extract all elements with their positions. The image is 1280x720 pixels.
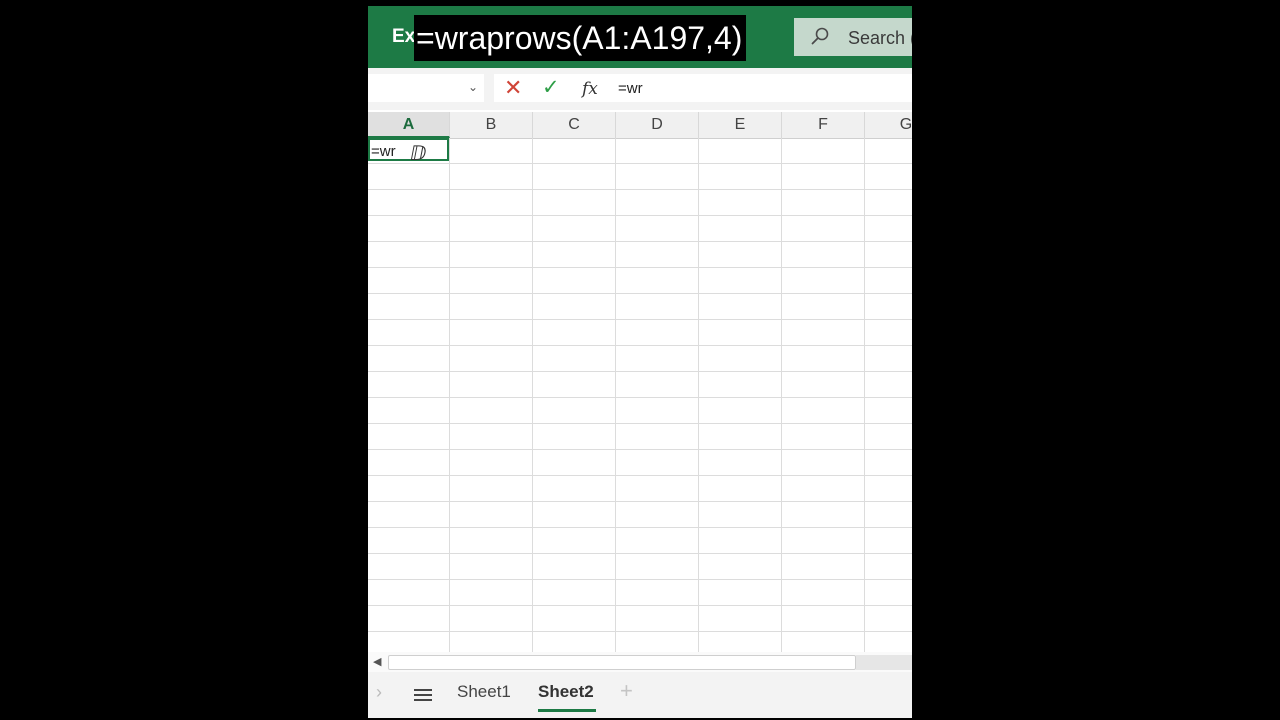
- grid-column-line: [698, 138, 699, 658]
- scrollbar-thumb[interactable]: [388, 655, 856, 670]
- scroll-left-icon[interactable]: ◀: [373, 655, 381, 668]
- name-box[interactable]: ⌄: [368, 74, 484, 102]
- grid-row-line: [368, 241, 912, 242]
- title-bar: Ex =wraprows(A1:A197,4) Search (: [368, 6, 912, 68]
- grid-row-line: [368, 371, 912, 372]
- column-header-f[interactable]: F: [782, 112, 865, 138]
- grid-row-line: [368, 423, 912, 424]
- excel-window: Ex =wraprows(A1:A197,4) Search ( ⌄ ✕ ✓ f…: [368, 6, 912, 718]
- grid-row-line: [368, 267, 912, 268]
- chevron-down-icon[interactable]: ⌄: [468, 80, 478, 94]
- tab-sheet1[interactable]: Sheet1: [457, 682, 511, 702]
- grid-row-line: [368, 449, 912, 450]
- grid-row-line: [368, 215, 912, 216]
- grid-row-line: [368, 605, 912, 606]
- app-name: Ex: [392, 26, 416, 47]
- grid-column-line: [781, 138, 782, 658]
- column-header-d[interactable]: D: [616, 112, 699, 138]
- grid-row-line: [368, 501, 912, 502]
- chevron-right-icon[interactable]: ›: [376, 682, 382, 703]
- column-headers: A B C D E F G: [368, 112, 912, 139]
- search-box[interactable]: Search (: [794, 18, 912, 56]
- check-icon[interactable]: ✓: [542, 77, 560, 98]
- formula-text: =wr: [618, 80, 643, 97]
- column-header-g[interactable]: G: [865, 112, 912, 138]
- grid-column-line: [449, 138, 450, 658]
- grid-row-line: [368, 345, 912, 346]
- spreadsheet-grid: A B C D E F G =wr ⅅ: [368, 112, 912, 658]
- text-cursor-icon: ⅅ: [410, 143, 427, 165]
- grid-row-line: [368, 475, 912, 476]
- grid-row-line: [368, 527, 912, 528]
- grid-row-line: [368, 293, 912, 294]
- search-icon: [811, 27, 829, 45]
- insert-function-icon[interactable]: fx: [582, 79, 598, 99]
- cell-a1-text: =wr: [371, 143, 396, 160]
- formula-bar: ⌄ ✕ ✓ fx =wr: [368, 68, 912, 110]
- grid-column-line: [532, 138, 533, 658]
- grid-column-line: [615, 138, 616, 658]
- column-header-b[interactable]: B: [450, 112, 533, 138]
- column-header-c[interactable]: C: [533, 112, 616, 138]
- grid-row-line: [368, 319, 912, 320]
- grid-column-line: [864, 138, 865, 658]
- formula-input[interactable]: =wr: [612, 74, 912, 102]
- grid-row-line: [368, 189, 912, 190]
- grid-row-line: [368, 163, 912, 164]
- formula-buttons: ✕ ✓ fx: [494, 74, 612, 102]
- grid-row-line: [368, 553, 912, 554]
- formula-caption-overlay: =wraprows(A1:A197,4): [414, 15, 747, 61]
- grid-row-line: [368, 397, 912, 398]
- menu-icon[interactable]: [414, 689, 432, 701]
- active-tab-indicator: [538, 709, 596, 712]
- column-header-a[interactable]: A: [368, 112, 450, 138]
- horizontal-scrollbar[interactable]: ◀: [368, 652, 912, 672]
- column-header-e[interactable]: E: [699, 112, 782, 138]
- close-icon[interactable]: ✕: [504, 77, 522, 99]
- tab-sheet2[interactable]: Sheet2: [538, 682, 594, 702]
- cell-area[interactable]: =wr ⅅ: [368, 138, 912, 658]
- active-cell-a1[interactable]: =wr ⅅ: [368, 138, 449, 165]
- search-label: Search (: [848, 28, 912, 48]
- grid-row-line: [368, 631, 912, 632]
- sheet-tab-bar: › Sheet1 Sheet2 +: [368, 672, 912, 718]
- add-sheet-icon[interactable]: +: [620, 678, 633, 704]
- grid-row-line: [368, 579, 912, 580]
- scrollbar-track[interactable]: [856, 655, 912, 670]
